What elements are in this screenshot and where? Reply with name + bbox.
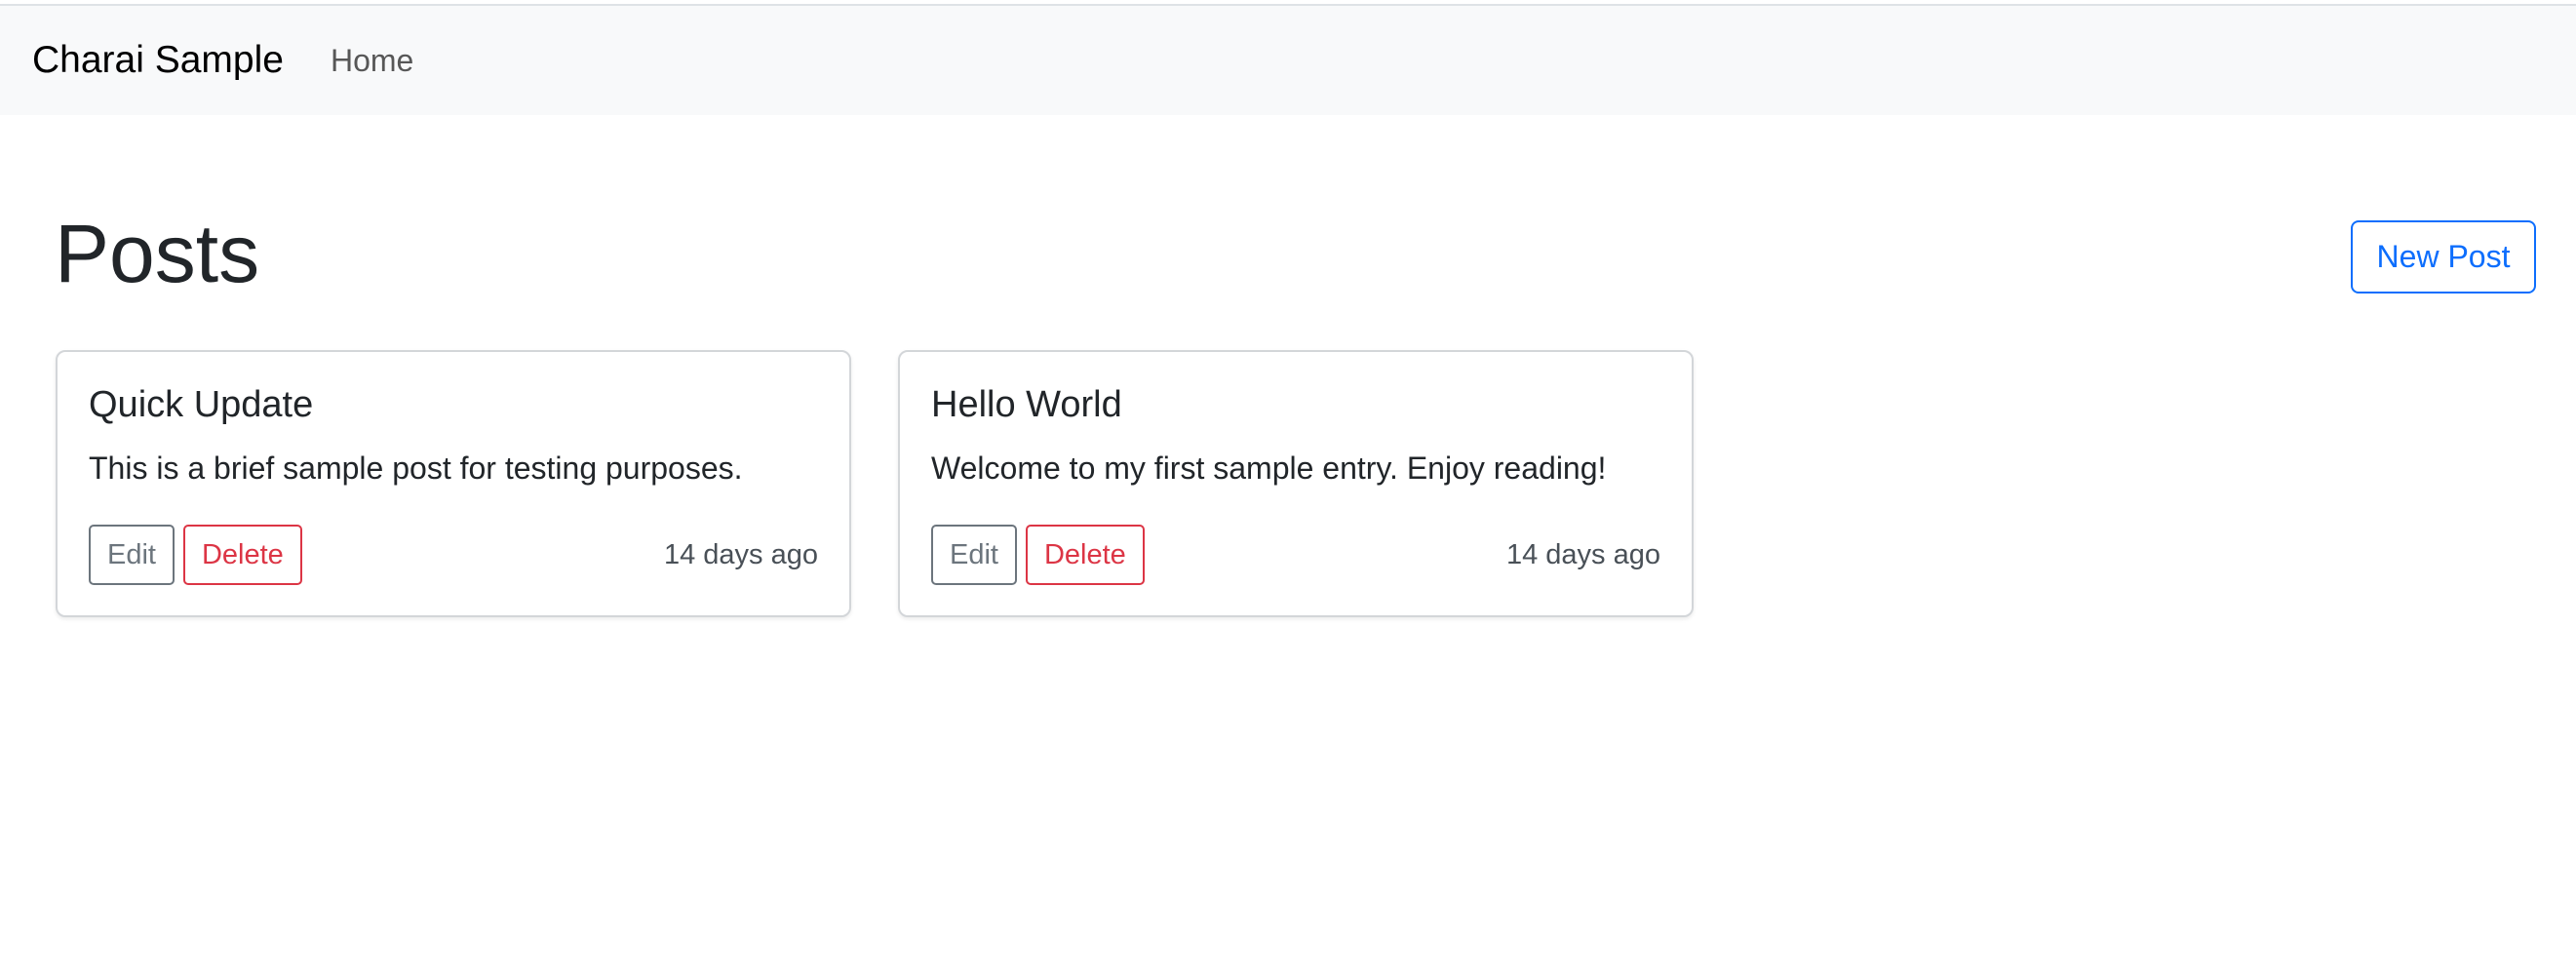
post-body: Welcome to my first sample entry. Enjoy … [931,450,1607,486]
post-timestamp: 14 days ago [1505,538,1660,570]
navbar-brand[interactable]: Charai Sample [32,39,284,82]
delete-button[interactable]: Delete [1025,525,1145,585]
edit-button[interactable]: Edit [89,525,175,585]
new-post-button[interactable]: New Post [2351,220,2536,294]
post-body: This is a brief sample post for testing … [89,450,743,486]
post-card-footer: Edit Delete 14 days ago [931,525,1660,585]
delete-button[interactable]: Delete [182,525,302,585]
navbar: Charai Sample Home [0,6,2576,115]
post-card: Quick Update This is a brief sample post… [56,350,851,617]
post-card: Hello World Welcome to my first sample e… [898,350,1694,617]
post-title: Quick Update [89,384,314,425]
edit-button[interactable]: Edit [931,525,1017,585]
nav-link-home[interactable]: Home [331,43,413,79]
post-timestamp: 14 days ago [663,538,818,570]
page-title: Posts [55,208,260,299]
post-card-footer: Edit Delete 14 days ago [89,525,818,585]
post-title: Hello World [931,384,1122,425]
